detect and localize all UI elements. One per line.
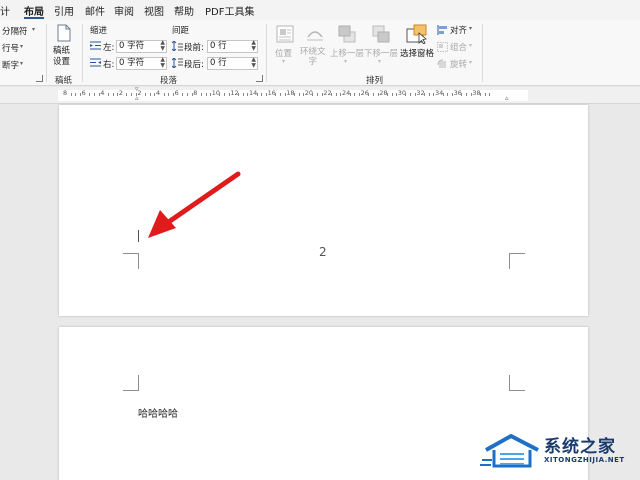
red-arrow-annotation [148,171,241,238]
watermark: 系统之家 XITONGZHIJIA.NET [478,428,638,480]
house-logo-icon [480,434,539,468]
watermark-title: 系统之家 [544,437,616,457]
watermark-url: XITONGZHIJIA.NET [544,456,625,464]
